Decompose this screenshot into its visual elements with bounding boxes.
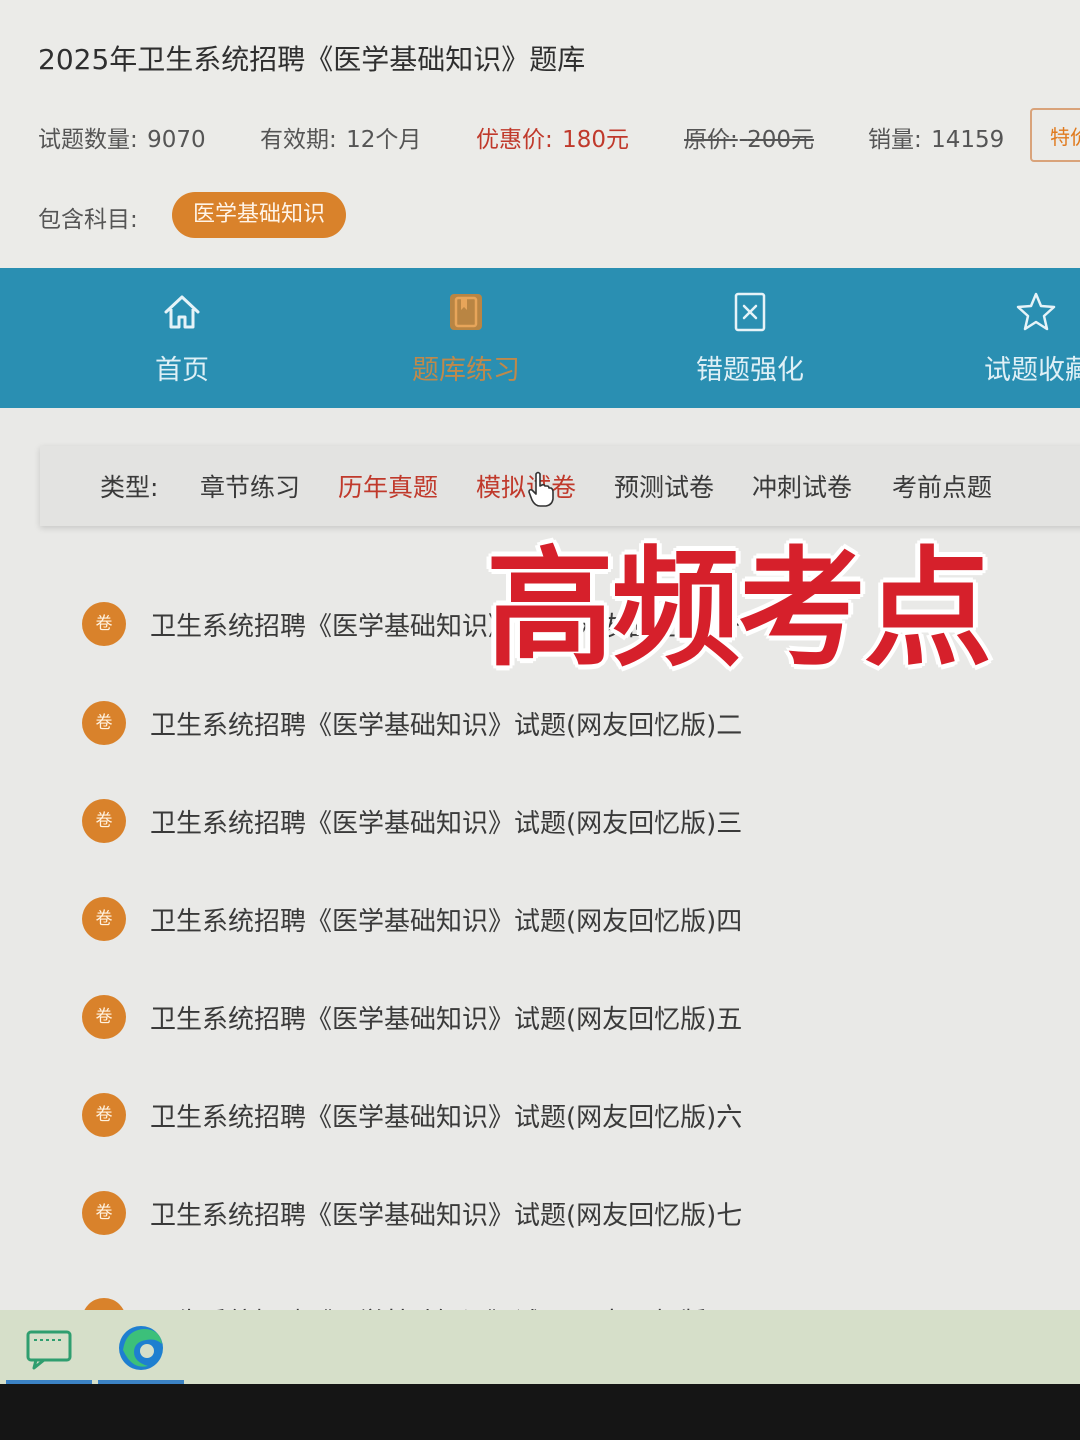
list-item[interactable]: 卷 卫生系统招聘《医学基础知识》试题(网友回忆版)五 [82, 993, 842, 1043]
type-past-exams[interactable]: 历年真题 [338, 468, 438, 504]
type-filter-bar: 类型: 章节练习 历年真题 模拟试卷 预测试卷 冲刺试卷 考前点题 [40, 446, 1080, 526]
nav-wrong-questions-label: 错题强化 [696, 355, 804, 386]
exam-badge: 卷 [82, 799, 126, 843]
nav-favorites-label: 试题收藏 [984, 355, 1080, 386]
subjects-label: 包含科目: [38, 207, 138, 233]
type-key-points[interactable]: 考前点题 [892, 468, 992, 504]
validity: 有效期: 12个月 [260, 120, 421, 154]
nav-home[interactable]: 首页 [112, 268, 252, 408]
overlay-caption: 高频考点 [486, 535, 992, 684]
course-header: 2025年卫生系统招聘《医学基础知识》题库 试题数量: 9070 有效期: 12… [0, 0, 1080, 268]
type-predicted-exams[interactable]: 预测试卷 [614, 468, 714, 504]
nav-favorites[interactable]: 试题收藏 [966, 268, 1080, 408]
exam-title[interactable]: 卫生系统招聘《医学基础知识》试题(网友回忆版)二 [150, 705, 742, 742]
exam-badge: 卷 [82, 897, 126, 941]
list-item[interactable]: 卷 卫生系统招聘《医学基础知识》试题(网友回忆版)四 [82, 895, 842, 945]
exam-title[interactable]: 卫生系统招聘《医学基础知识》试题(网友回忆版)四 [150, 901, 742, 938]
exam-badge: 卷 [82, 1191, 126, 1235]
page-title: 2025年卫生系统招聘《医学基础知识》题库 [38, 43, 586, 76]
exam-title[interactable]: 卫生系统招聘《医学基础知识》试题(网友回忆版)六 [150, 1097, 742, 1134]
question-count-label: 试题数量: [38, 127, 138, 153]
chat-app-icon [26, 1330, 72, 1370]
original-price-value: 200元 [747, 127, 814, 153]
exam-title[interactable]: 卫生系统招聘《医学基础知识》试题(网友回忆版)五 [150, 999, 742, 1036]
validity-label: 有效期: [260, 127, 337, 153]
list-item[interactable]: 卷 卫生系统招聘《医学基础知识》试题(网友回忆版)七 [82, 1189, 842, 1239]
discount-price-label: 优惠价: [476, 127, 553, 153]
type-filter-label: 类型: [100, 473, 159, 502]
home-icon [164, 295, 200, 329]
list-item[interactable]: 卷 卫生系统招聘《医学基础知识》试题(网友回忆版)六 [82, 1091, 842, 1141]
book-icon [450, 294, 482, 330]
exam-badge: 卷 [82, 1093, 126, 1137]
exam-badge: 卷 [82, 1298, 126, 1310]
nav-question-bank-label: 题库练习 [412, 355, 520, 386]
edge-browser-button[interactable] [98, 1310, 184, 1384]
validity-value: 12个月 [346, 127, 422, 153]
original-price-label: 原价: [684, 127, 738, 153]
nav-home-label: 首页 [155, 355, 209, 386]
sales: 销量: 14159 [868, 120, 1004, 154]
exam-title[interactable]: 卫生系统招聘《医学基础知识》试题(网友回忆版)八 [150, 1302, 742, 1310]
edge-browser-icon [119, 1326, 163, 1370]
original-price: 原价: 200元 [684, 120, 814, 154]
special-offer-button[interactable]: ‹ 特价 [1030, 108, 1080, 162]
nav-question-bank[interactable]: 题库练习 [396, 268, 536, 408]
nav-wrong-questions[interactable]: 错题强化 [680, 268, 820, 408]
discount-price: 优惠价: 180元 [476, 120, 629, 154]
monitor-bezel [0, 1384, 1080, 1440]
hand-cursor-icon [528, 471, 554, 507]
question-count: 试题数量: 9070 [38, 120, 206, 154]
list-item[interactable]: 卷 卫生系统招聘《医学基础知识》试题(网友回忆版)二 [82, 699, 842, 749]
star-icon [1016, 292, 1056, 331]
exam-title[interactable]: 卫生系统招聘《医学基础知识》试题(网友回忆版)三 [150, 803, 742, 840]
wrong-question-icon [734, 292, 766, 332]
main-nav: 首页 题库练习 错题强化 试题收藏 [0, 268, 1080, 408]
exam-badge: 卷 [82, 995, 126, 1039]
subject-tag[interactable]: 医学基础知识 [172, 192, 346, 238]
discount-price-value: 180元 [562, 127, 629, 153]
question-count-value: 9070 [147, 127, 206, 153]
list-item[interactable]: 卷 卫生系统招聘《医学基础知识》试题(网友回忆版)三 [82, 797, 842, 847]
type-chapter-practice[interactable]: 章节练习 [200, 468, 300, 504]
sales-label: 销量: [868, 127, 922, 153]
taskbar [0, 1310, 1080, 1384]
exam-badge: 卷 [82, 602, 126, 646]
exam-badge: 卷 [82, 701, 126, 745]
exam-title[interactable]: 卫生系统招聘《医学基础知识》试题(网友回忆版)七 [150, 1195, 742, 1232]
sales-value: 14159 [931, 127, 1005, 153]
type-sprint-exams[interactable]: 冲刺试卷 [752, 468, 852, 504]
type-mock-exams[interactable]: 模拟试卷 [476, 468, 576, 504]
chat-app-button[interactable] [6, 1310, 92, 1384]
special-offer-label: 特价 [1050, 125, 1080, 149]
list-item[interactable]: 卷 卫生系统招聘《医学基础知识》试题(网友回忆版)八 [82, 1296, 842, 1310]
